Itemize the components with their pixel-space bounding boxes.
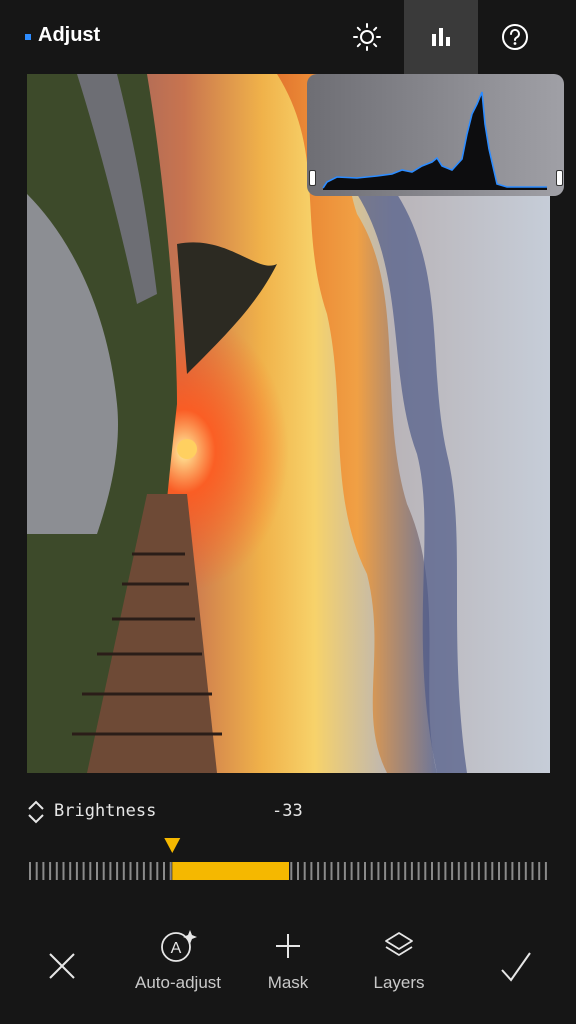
help-button[interactable]: [478, 0, 552, 74]
slider-tick: [498, 862, 500, 880]
auto-adjust-label: Auto-adjust: [135, 973, 221, 992]
slider-tick: [142, 862, 145, 880]
slider-tick: [357, 862, 360, 880]
mask-label: Mask: [267, 973, 309, 992]
layers-label: Layers: [373, 973, 425, 992]
slider-tick: [116, 862, 119, 880]
slider-tick: [323, 862, 326, 880]
slider-tick: [477, 862, 480, 880]
histogram-white-point-handle[interactable]: [556, 170, 563, 186]
slider-tick: [397, 862, 400, 880]
slider-tick: [82, 862, 85, 880]
check-icon: [501, 952, 531, 982]
close-icon: [49, 953, 75, 979]
mask-button[interactable]: Mask: [248, 928, 328, 993]
histogram-panel: [307, 74, 564, 196]
slider-tick: [169, 862, 172, 880]
plus-icon: [276, 934, 300, 958]
slider-tick: [290, 862, 293, 880]
parameter-row[interactable]: Brightness -33: [0, 795, 576, 827]
slider-tick: [62, 862, 65, 880]
auto-adjust-icon: A: [161, 930, 197, 962]
slider-tick: [122, 862, 125, 880]
slider-tick: [364, 862, 366, 880]
slider-tick: [310, 862, 313, 880]
slider-fill: [172, 862, 289, 880]
slider-tick: [69, 862, 72, 880]
slider-tick: [417, 862, 420, 880]
top-bar: Adjust: [0, 0, 576, 74]
slider-tick: [431, 862, 433, 880]
slider-tick: [384, 862, 387, 880]
slider-tick: [350, 862, 353, 880]
slider-tick: [390, 862, 393, 880]
slider-tick: [75, 862, 78, 880]
slider-tick: [42, 862, 45, 880]
slider-tick: [377, 862, 380, 880]
slider-tick: [531, 862, 534, 880]
slider-tick: [424, 862, 427, 880]
title-indicator: [25, 34, 31, 40]
slider-tick: [156, 862, 159, 880]
page-title: Adjust: [38, 24, 101, 46]
slider-tick: [437, 862, 440, 880]
brightness-tool-button[interactable]: [330, 0, 404, 74]
histogram-icon: [432, 28, 450, 46]
slider-tick: [163, 862, 165, 880]
slider-tick: [451, 862, 454, 880]
slider-tick: [524, 862, 527, 880]
brightness-icon: [353, 23, 381, 51]
slider-tick: [102, 862, 105, 880]
slider-tick: [444, 862, 447, 880]
slider-tick: [129, 862, 132, 880]
slider-tick: [511, 862, 514, 880]
slider-tick: [518, 862, 521, 880]
slider-tick: [89, 862, 92, 880]
brightness-slider[interactable]: [27, 836, 551, 886]
auto-adjust-button[interactable]: A Auto-adjust: [118, 928, 238, 993]
parameter-name[interactable]: Brightness: [54, 801, 156, 821]
slider-tick: [504, 862, 507, 880]
slider-thumb[interactable]: [164, 838, 181, 853]
bottom-toolbar: A Auto-adjust Mask Layers: [0, 920, 576, 1024]
slider-tick: [370, 862, 373, 880]
slider-tick: [410, 862, 413, 880]
layers-icon: [385, 932, 413, 956]
slider-track[interactable]: [27, 836, 551, 886]
slider-tick: [484, 862, 487, 880]
slider-tick: [29, 862, 31, 880]
histogram-graph: [322, 91, 547, 190]
histogram-toggle-button[interactable]: [404, 0, 478, 74]
slider-tick: [55, 862, 58, 880]
slider-tick: [149, 862, 152, 880]
slider-tick: [49, 862, 52, 880]
layers-button[interactable]: Layers: [358, 928, 440, 993]
slider-tick: [317, 862, 320, 880]
slider-tick: [297, 862, 299, 880]
slider-tick: [337, 862, 340, 880]
svg-text:A: A: [171, 940, 182, 957]
slider-tick: [35, 862, 38, 880]
confirm-button[interactable]: [496, 950, 536, 989]
cancel-button[interactable]: [40, 950, 84, 987]
slider-tick: [330, 862, 333, 880]
slider-tick: [96, 862, 98, 880]
histogram-black-point-handle[interactable]: [309, 170, 316, 186]
slider-tick: [457, 862, 460, 880]
slider-tick: [303, 862, 306, 880]
slider-tick: [136, 862, 139, 880]
slider-tick: [491, 862, 494, 880]
slider-tick: [343, 862, 346, 880]
chevron-up-down-icon[interactable]: [26, 799, 46, 825]
slider-tick: [404, 862, 407, 880]
help-icon: [502, 24, 528, 50]
parameter-value: -33: [272, 801, 303, 821]
slider-tick: [538, 862, 541, 880]
slider-tick: [471, 862, 474, 880]
slider-tick: [109, 862, 112, 880]
slider-tick: [544, 862, 547, 880]
slider-tick: [464, 862, 467, 880]
